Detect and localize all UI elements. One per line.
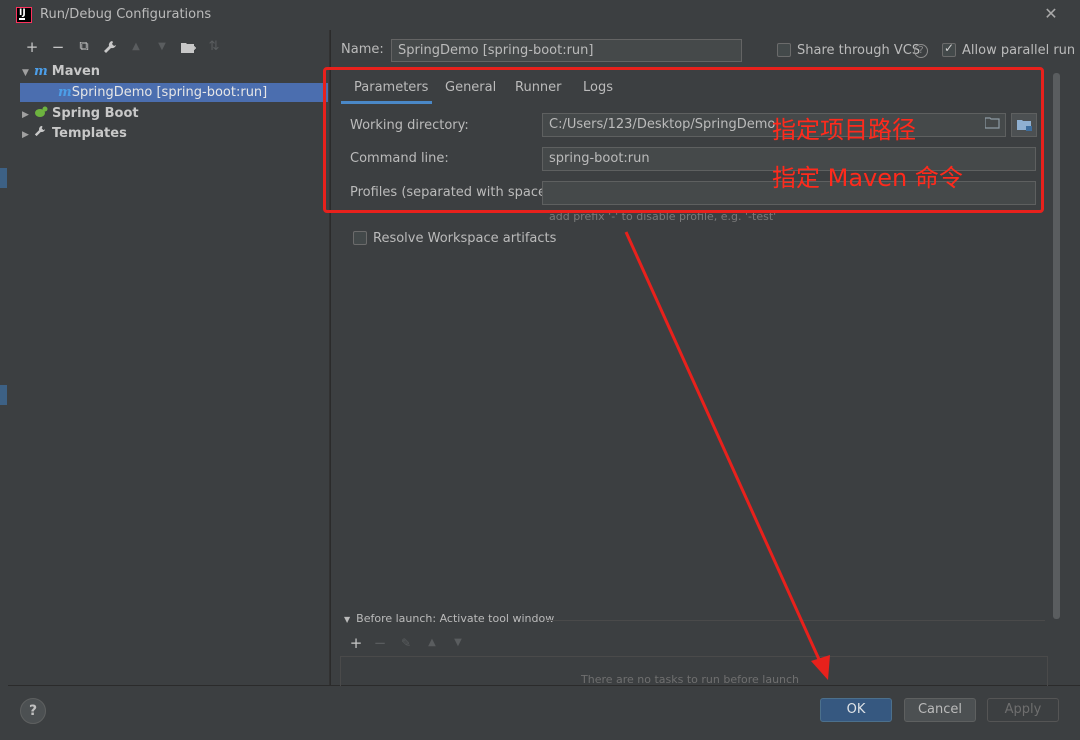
help-button[interactable]: ? — [20, 698, 46, 724]
move-task-down-icon[interactable]: ▼ — [448, 632, 468, 654]
name-label: Name: — [341, 42, 384, 57]
annotation-project-path: 指定项目路径 — [772, 116, 916, 144]
divider — [545, 620, 1045, 621]
maven-icon: m — [34, 64, 48, 79]
ok-button[interactable]: OK — [820, 698, 892, 722]
new-folder-icon[interactable] — [178, 36, 198, 58]
move-task-up-icon[interactable]: ▲ — [422, 632, 442, 654]
background-highlight — [0, 168, 7, 188]
move-down-icon[interactable]: ▼ — [152, 36, 172, 58]
background-highlight — [0, 385, 7, 405]
sort-icon[interactable]: ⇅ — [204, 36, 224, 58]
tree-node-label: Maven — [51, 64, 101, 79]
help-icon[interactable]: ? — [914, 44, 928, 58]
apply-button[interactable]: Apply — [987, 698, 1059, 722]
edit-task-icon[interactable]: ✎ — [396, 632, 416, 654]
spring-boot-icon — [34, 105, 48, 117]
resolve-workspace-label: Resolve Workspace artifacts — [373, 231, 557, 246]
add-icon[interactable]: + — [22, 36, 42, 58]
close-icon[interactable]: ✕ — [1042, 4, 1060, 24]
empty-task-message: There are no tasks to run before launch — [581, 673, 800, 686]
wrench-icon[interactable] — [100, 36, 120, 58]
tree-node-label: SpringDemo [spring-boot:run] — [71, 85, 268, 100]
wrench-icon — [34, 124, 48, 144]
collapsed-arrow-icon[interactable]: ▶ — [22, 105, 34, 125]
copy-icon[interactable]: ⧉ — [74, 36, 94, 58]
annotation-maven-command: 指定 Maven 命令 — [772, 164, 963, 192]
maven-icon: m — [58, 85, 72, 100]
expanded-arrow-icon[interactable]: ▼ — [22, 63, 34, 83]
share-vcs-label: Share through VCS — [797, 43, 921, 58]
allow-parallel-label: Allow parallel run — [962, 43, 1076, 58]
before-launch-header[interactable]: ▼ Before launch: Activate tool window — [344, 612, 554, 625]
move-up-icon[interactable]: ▲ — [126, 36, 146, 58]
window-title: Run/Debug Configurations — [40, 7, 212, 22]
tree-node-springdemo[interactable]: mSpringDemo [spring-boot:run] — [58, 83, 267, 103]
resolve-workspace-checkbox[interactable] — [353, 231, 367, 245]
tree-node-templates[interactable]: ▶ Templates — [22, 124, 127, 144]
cancel-button[interactable]: Cancel — [904, 698, 976, 722]
before-launch-title: Before launch: Activate tool window — [356, 612, 555, 625]
name-input[interactable]: SpringDemo [spring-boot:run] — [391, 39, 742, 62]
remove-icon[interactable]: − — [48, 36, 68, 58]
allow-parallel-checkbox[interactable] — [942, 41, 956, 57]
scrollbar-thumb[interactable] — [1053, 73, 1060, 619]
tree-node-label: Spring Boot — [52, 106, 139, 121]
remove-task-icon[interactable]: − — [370, 632, 390, 654]
tree-node-label: Templates — [52, 126, 127, 141]
add-task-icon[interactable]: + — [346, 632, 366, 654]
before-launch-task-list: There are no tasks to run before launch — [340, 656, 1048, 686]
collapse-arrow-icon[interactable]: ▼ — [344, 615, 350, 624]
tree-node-spring-boot[interactable]: ▶ Spring Boot — [22, 104, 139, 124]
title-bar: IJ Run/Debug Configurations ✕ — [0, 0, 1080, 30]
intellij-logo-icon: IJ — [16, 7, 32, 23]
tree-node-maven[interactable]: ▼ m Maven — [22, 62, 100, 82]
collapsed-arrow-icon[interactable]: ▶ — [22, 125, 34, 145]
share-vcs-checkbox[interactable] — [777, 43, 791, 57]
